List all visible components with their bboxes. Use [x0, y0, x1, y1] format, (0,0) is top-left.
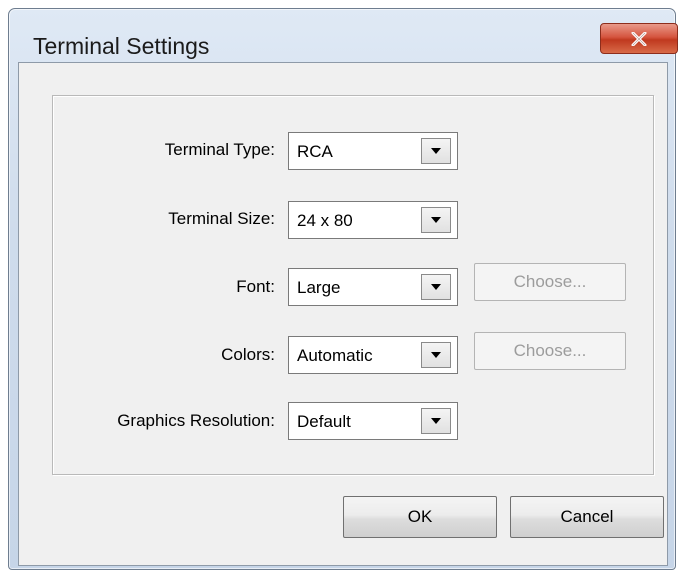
- terminal-type-value: RCA: [297, 142, 333, 161]
- terminal-size-dropdown-button[interactable]: [421, 207, 451, 233]
- dialog-title: Terminal Settings: [33, 33, 210, 59]
- colors-choose-button[interactable]: Choose...: [474, 332, 626, 370]
- terminal-size-value: 24 x 80: [297, 211, 353, 230]
- font-dropdown-button[interactable]: [421, 274, 451, 300]
- graphics-resolution-dropdown-button[interactable]: [421, 408, 451, 434]
- terminal-type-select[interactable]: RCA: [288, 132, 458, 170]
- graphics-resolution-label: Graphics Resolution:: [117, 411, 275, 430]
- graphics-resolution-value: Default: [297, 412, 351, 431]
- font-choose-button[interactable]: Choose...: [474, 263, 626, 301]
- colors-label: Colors:: [221, 345, 275, 364]
- close-button[interactable]: [600, 23, 678, 54]
- chevron-down-icon: [431, 284, 441, 290]
- font-label: Font:: [236, 277, 275, 296]
- terminal-type-dropdown-button[interactable]: [421, 138, 451, 164]
- colors-value: Automatic: [297, 346, 373, 365]
- terminal-type-label: Terminal Type:: [164, 140, 275, 159]
- colors-dropdown-button[interactable]: [421, 342, 451, 368]
- close-icon: [631, 31, 647, 46]
- chevron-down-icon: [431, 217, 441, 223]
- terminal-size-label: Terminal Size:: [168, 209, 275, 228]
- terminal-size-select[interactable]: 24 x 80: [288, 201, 458, 239]
- graphics-resolution-select[interactable]: Default: [288, 402, 458, 440]
- chevron-down-icon: [431, 418, 441, 424]
- font-value: Large: [297, 278, 341, 297]
- font-select[interactable]: Large: [288, 268, 458, 306]
- chevron-down-icon: [431, 352, 441, 358]
- colors-select[interactable]: Automatic: [288, 336, 458, 374]
- chevron-down-icon: [431, 148, 441, 154]
- ok-button[interactable]: OK: [343, 496, 497, 538]
- cancel-button[interactable]: Cancel: [510, 496, 664, 538]
